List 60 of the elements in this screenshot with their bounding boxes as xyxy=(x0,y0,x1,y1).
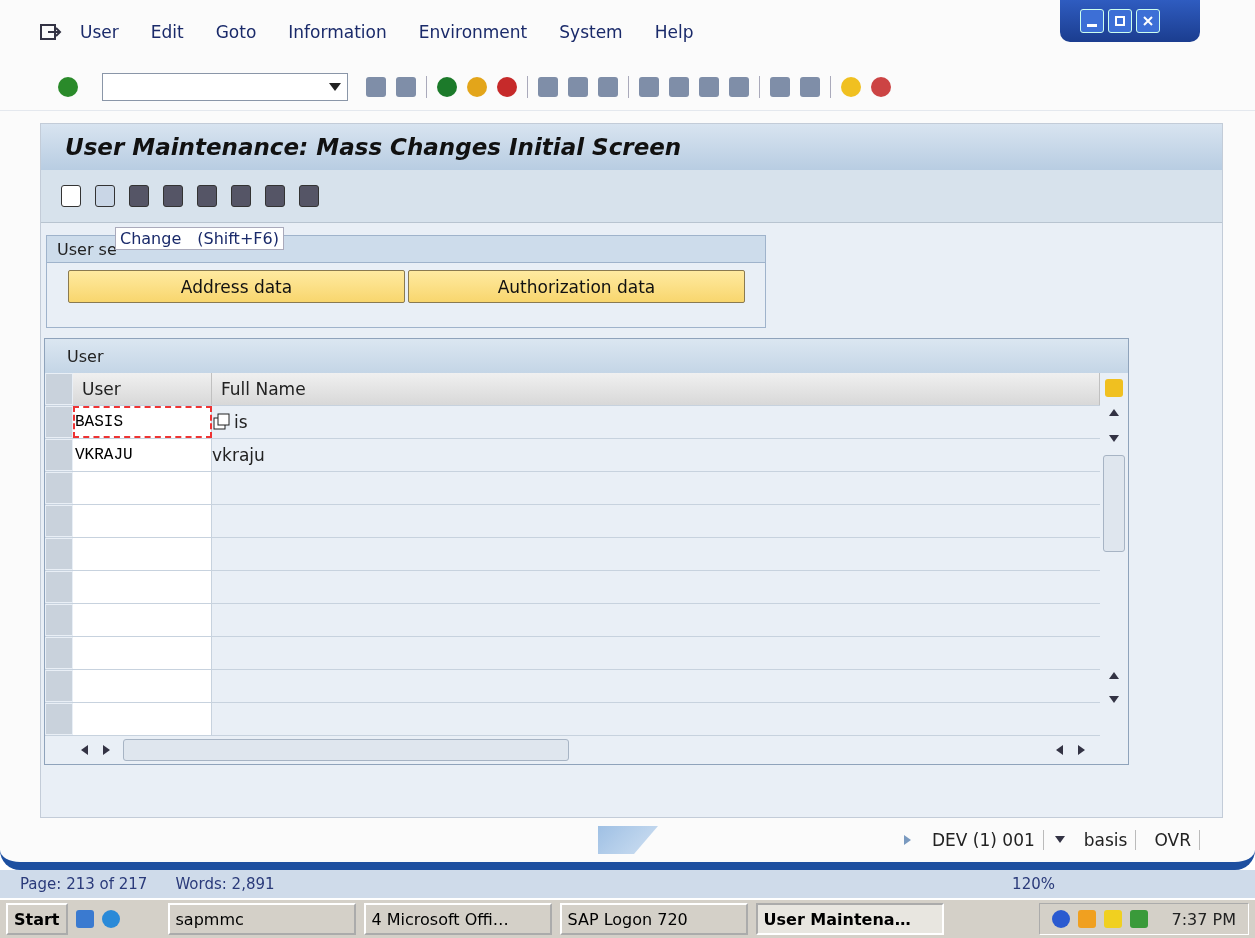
zoom-level: 120% xyxy=(1012,875,1055,893)
close-button[interactable] xyxy=(1136,9,1160,33)
start-button[interactable]: Start xyxy=(6,903,68,935)
screen-title: User Maintenance: Mass Changes Initial Screen xyxy=(65,134,682,160)
row-selector[interactable] xyxy=(45,703,73,735)
copy-icon xyxy=(212,412,232,432)
word-count: Words: 2,891 xyxy=(175,875,275,893)
row-selector[interactable] xyxy=(45,637,73,669)
menu-item[interactable]: Information xyxy=(288,22,403,42)
scrollbar-thumb[interactable] xyxy=(123,739,569,761)
scroll-left-icon[interactable] xyxy=(1054,744,1066,756)
table-cell: vkraju xyxy=(212,445,265,465)
row-selector[interactable] xyxy=(45,406,73,438)
taskbar-button[interactable]: SAP Logon 720 xyxy=(559,903,748,935)
tab-button[interactable]: Authorization data xyxy=(408,270,745,303)
scroll-left-icon[interactable] xyxy=(79,744,91,756)
group-title: User se xyxy=(57,239,117,259)
menu-item[interactable]: Help xyxy=(654,22,710,42)
menu-item[interactable]: Goto xyxy=(215,22,273,42)
table-cell[interactable]: VKRAJU xyxy=(73,439,212,471)
input-mode: OVR xyxy=(1146,830,1200,850)
taskbar-button[interactable]: User Maintena… xyxy=(755,903,944,935)
table-cell[interactable]: BASIS xyxy=(73,406,212,438)
scroll-up-icon[interactable] xyxy=(1108,407,1120,419)
minimize-icon xyxy=(1087,23,1097,27)
column-header[interactable]: User xyxy=(73,373,212,405)
page-count: Page: 213 of 217 xyxy=(20,875,148,893)
menu-item[interactable]: Edit xyxy=(150,22,200,42)
table-cell: is xyxy=(234,412,248,432)
taskbar-button[interactable]: sapmmc xyxy=(167,903,356,935)
row-selector[interactable] xyxy=(45,670,73,702)
menu-item[interactable]: Environment xyxy=(418,22,544,42)
dropdown-icon[interactable] xyxy=(329,83,341,91)
document-icon[interactable] xyxy=(61,185,81,207)
row-selector[interactable] xyxy=(45,472,73,504)
clock: 7:37 PM xyxy=(1171,909,1236,929)
tooltip-shortcut: (Shift+F6) xyxy=(197,229,279,248)
close-icon xyxy=(1143,16,1153,26)
row-selector[interactable] xyxy=(45,571,73,603)
select-all-cell[interactable] xyxy=(45,373,73,405)
maximize-button[interactable] xyxy=(1108,9,1132,33)
menu-icon[interactable] xyxy=(40,23,62,41)
maximize-icon xyxy=(1115,16,1125,26)
row-selector[interactable] xyxy=(45,439,73,471)
user-name: basis xyxy=(1075,830,1137,850)
command-field[interactable] xyxy=(102,73,348,101)
row-selector[interactable] xyxy=(45,538,73,570)
tooltip-label: Change xyxy=(120,229,182,248)
column-header[interactable]: Full Name xyxy=(212,373,1100,405)
system-info: DEV (1) 001 xyxy=(924,830,1044,850)
scrollbar-thumb[interactable] xyxy=(1103,455,1125,552)
row-selector[interactable] xyxy=(45,505,73,537)
menu-item[interactable]: System xyxy=(559,22,639,42)
taskbar-button[interactable]: 4 Microsoft Offi… xyxy=(363,903,552,935)
tab-button[interactable]: Address data xyxy=(68,270,405,303)
row-selector[interactable] xyxy=(45,604,73,636)
scroll-up-icon[interactable] xyxy=(1108,670,1120,682)
minimize-button[interactable] xyxy=(1080,9,1104,33)
menu-item[interactable]: User xyxy=(80,22,135,42)
table-title: User xyxy=(67,346,104,366)
